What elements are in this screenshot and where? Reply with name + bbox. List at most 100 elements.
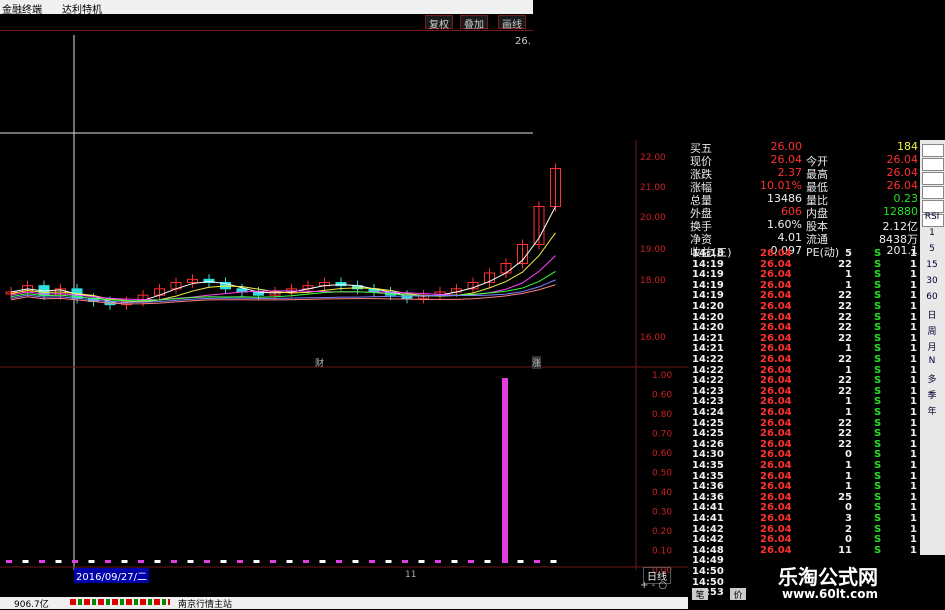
tick-row[interactable]: 14:19 26.04 1 S 1	[688, 269, 920, 280]
tick-side: S	[874, 311, 882, 323]
overlay-button[interactable]: 叠加	[460, 15, 488, 31]
period-button[interactable]: 季	[922, 388, 942, 401]
ma-line	[10, 206, 556, 304]
tick-time: 14:49	[692, 555, 724, 567]
tick-time: 14:41	[692, 502, 724, 514]
tick-time: 14:19	[692, 279, 724, 291]
zoom-controls[interactable]: + - ○	[640, 580, 667, 591]
tick-row[interactable]: 14:41 26.04 3 S 1	[688, 513, 920, 524]
period-button[interactable]: 月	[922, 340, 942, 353]
right-tool-strip: RSI 1 5 15 30 60 日周月 N 多季年	[920, 140, 945, 600]
tick-price: 26.04	[760, 407, 792, 418]
period-button[interactable]: 日	[922, 308, 942, 321]
finance-marker[interactable]: 财	[315, 356, 324, 369]
tab-price[interactable]: 价	[730, 588, 746, 601]
tick-price: 26.04	[760, 354, 792, 365]
tick-volume: 22	[838, 258, 852, 270]
tick-row[interactable]: 14:20 26.04 22 S 1	[688, 322, 920, 333]
tick-row[interactable]: 14:19 26.04 22 S 1	[688, 290, 920, 301]
period-button[interactable]: N	[922, 356, 942, 366]
tick-count: 1	[910, 248, 917, 259]
tick-time: 14:21	[692, 343, 724, 355]
tick-time: 14:36	[692, 491, 724, 503]
tick-price: 26.04	[760, 438, 792, 450]
cursor-date-label: 2016/09/27/二	[74, 568, 150, 583]
tick-row[interactable]: 14:20 26.04 22 S 1	[688, 301, 920, 312]
tick-row[interactable]: 14:26 26.04 22 S 1	[688, 439, 920, 450]
tick-volume: 22	[838, 322, 852, 334]
kline-chart[interactable]: 22.00 21.00 20.00 19.00 18.00 16.00 1.00 0.60 0…	[0, 30, 688, 597]
tick-volume: 0	[845, 449, 852, 461]
tick-row[interactable]: 14:25 26.04 22 S 1	[688, 418, 920, 429]
tick-volume: 1	[845, 364, 852, 376]
tick-time: 14:42	[692, 523, 724, 535]
tick-row[interactable]: 14:41 26.04 0 S 1	[688, 502, 920, 513]
volume-bars	[6, 378, 557, 563]
volume-axis-tick: 0.60	[652, 391, 672, 401]
tick-row[interactable]: 14:21 26.04 22 S 1	[688, 333, 920, 344]
tick-row[interactable]: 14:22 26.04 1 S 1	[688, 365, 920, 376]
tool-icon[interactable]	[922, 158, 944, 171]
period-button[interactable]: 1	[922, 228, 942, 238]
cursor-value-label: 11	[405, 570, 417, 580]
tool-icon[interactable]	[922, 172, 944, 185]
tick-row[interactable]: 14:19 26.04 22 S 1	[688, 259, 920, 270]
tick-volume: 2	[845, 523, 852, 535]
volume-bar	[204, 560, 210, 563]
tick-row[interactable]: 14:23 26.04 22 S 1	[688, 386, 920, 397]
tick-row[interactable]: 14:23 26.04 1 S 1	[688, 396, 920, 407]
period-button[interactable]: RSI	[922, 212, 942, 222]
tick-row[interactable]: 14:30 26.04 0 S 1	[688, 449, 920, 460]
tick-row[interactable]: 14:42 26.04 0 S 1	[688, 534, 920, 545]
tick-row[interactable]: 14:24 26.04 1 S 1	[688, 407, 920, 418]
tick-row[interactable]: 14:36 26.04 25 S 1	[688, 492, 920, 503]
tick-row[interactable]: 14:21 26.04 1 S 1	[688, 343, 920, 354]
draw-line-button[interactable]: 画线	[498, 15, 526, 31]
tick-count: 1	[910, 470, 917, 482]
period-button[interactable]: 5	[922, 244, 942, 254]
limit-up-marker[interactable]: 涨	[532, 356, 542, 369]
volume-axis-labels: 1.00 0.60 0.80 0.70 0.60 0.50 0.40 0.30 0.20 0.10…	[652, 371, 672, 576]
tick-price: 26.04	[760, 279, 792, 291]
quote-value: 13486	[767, 192, 802, 205]
tick-row[interactable]: 14:22 26.04 22 S 1	[688, 375, 920, 386]
tick-volume: 1	[845, 396, 852, 408]
tab-ticks[interactable]: 笔	[692, 588, 708, 601]
tick-row[interactable]: 14:35 26.04 1 S 1	[688, 460, 920, 471]
quote-value: 26.04	[886, 166, 919, 179]
tick-time: 14:23	[692, 385, 724, 397]
tick-time: 14:25	[692, 417, 724, 429]
tick-side: S	[874, 332, 882, 344]
watermark-url: www.60lt.com	[782, 587, 879, 601]
tick-price: 26.04	[760, 375, 792, 387]
period-button[interactable]: 15	[922, 260, 942, 270]
chart-toolbar: 复权 叠加 画线	[0, 14, 533, 31]
tick-time: 14:19	[692, 258, 724, 270]
tick-side: S	[874, 502, 882, 514]
period-button[interactable]: 30	[922, 276, 942, 286]
tick-volume: 1	[845, 279, 852, 291]
tick-row[interactable]: 14:22 26.04 22 S 1	[688, 354, 920, 365]
tick-row[interactable]: 14:42 26.04 2 S 1	[688, 524, 920, 535]
tool-icon[interactable]	[922, 186, 944, 199]
restore-rights-button[interactable]: 复权	[425, 15, 453, 31]
tool-icon[interactable]	[922, 144, 944, 157]
period-button[interactable]: 多	[922, 372, 942, 385]
tick-price: 26.04	[760, 290, 792, 302]
volume-bar	[369, 560, 375, 563]
quote-value: 1.60%	[767, 218, 802, 231]
tick-row[interactable]: 14:19 26.04 1 S 1	[688, 280, 920, 291]
volume-bar	[517, 560, 524, 563]
tick-row[interactable]: 14:35 26.04 1 S 1	[688, 471, 920, 482]
tick-row[interactable]: 14:36 26.04 1 S 1	[688, 481, 920, 492]
period-button[interactable]: 年	[922, 404, 942, 417]
tick-row[interactable]: 14:25 26.04 22 S 1	[688, 428, 920, 439]
period-button[interactable]: 周	[922, 324, 942, 337]
tick-row[interactable]: 14:20 26.04 22 S 1	[688, 312, 920, 323]
tick-row[interactable]: 14:18 26.04 5 S 1	[688, 248, 920, 259]
tick-count: 1	[910, 279, 917, 291]
period-button[interactable]: 60	[922, 292, 942, 302]
quote-value: 26.04	[886, 153, 919, 166]
tick-time: 14:19	[692, 269, 724, 281]
tick-count: 1	[910, 354, 917, 365]
